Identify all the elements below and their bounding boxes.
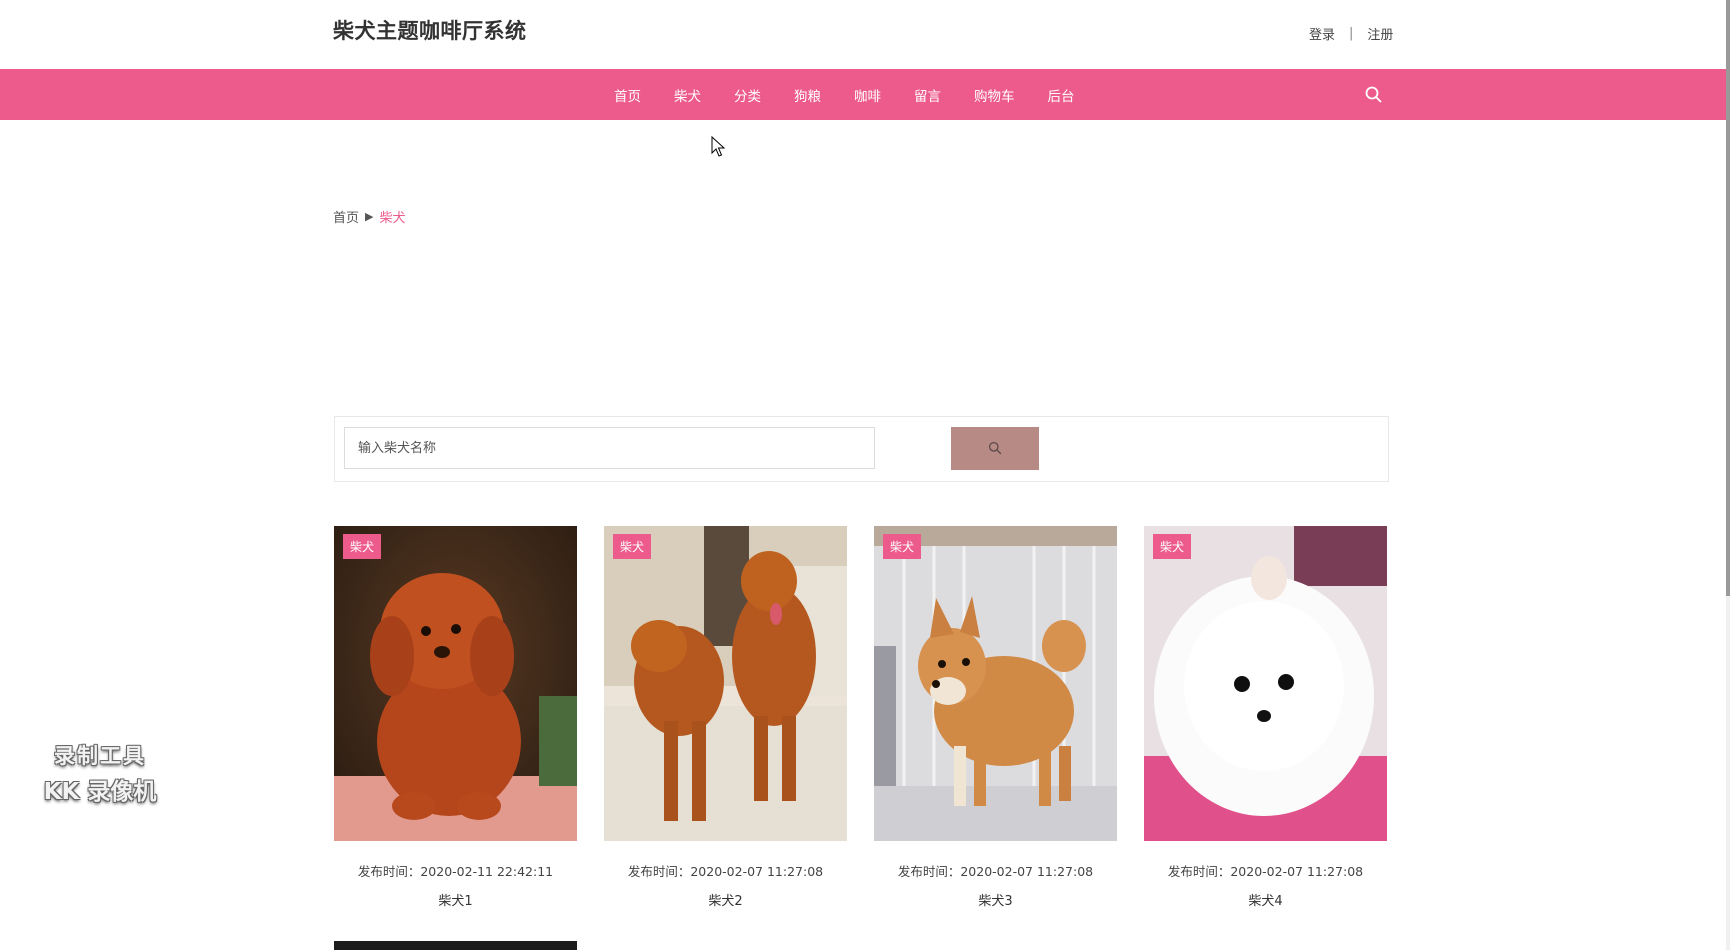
product-card[interactable]: 柴犬 发布时间：2020-02-07 11:27:08 柴犬3 [874, 526, 1117, 909]
product-card[interactable]: 柴犬 发布时间：2020-02-07 11:27:08 柴犬4 [1144, 526, 1387, 909]
watermark-line2: KK 录像机 [43, 779, 157, 805]
product-card[interactable]: 柴犬 发布时间：2020-02-07 11:27:08 柴犬2 [604, 526, 847, 909]
publish-time: 发布时间：2020-02-07 11:27:08 [627, 864, 824, 879]
product-grid: 柴犬 发布时间：2020-02-11 22:42:11 柴犬1 柴犬 发布时间：… [334, 526, 1414, 909]
dog-photo[interactable]: 柴犬 [334, 526, 577, 841]
breadcrumb-home[interactable]: 首页 [333, 207, 359, 226]
search-button[interactable] [951, 427, 1039, 470]
search-input[interactable] [344, 427, 875, 469]
mouse-cursor-icon [711, 136, 726, 157]
dog-photo[interactable]: 柴犬 [1144, 526, 1387, 841]
nav-item-messages[interactable]: 留言 [914, 85, 941, 105]
dog-photo[interactable]: 柴犬 [874, 526, 1117, 841]
nav-item-coffee[interactable]: 咖啡 [854, 85, 881, 105]
breadcrumb: 首页 ▶ 柴犬 [333, 207, 406, 226]
category-tag: 柴犬 [343, 534, 382, 559]
page-scrollbar[interactable] [1726, 0, 1730, 950]
nav-item-category[interactable]: 分类 [734, 85, 761, 105]
nav-item-cart[interactable]: 购物车 [974, 85, 1015, 105]
search-icon[interactable] [1364, 85, 1384, 105]
nav-item-home[interactable]: 首页 [614, 85, 641, 105]
search-icon [988, 441, 1002, 455]
site-header: 柴犬主题咖啡厅系统 登录 | 注册 [0, 0, 1726, 69]
watermark-line1: 录制工具 [54, 744, 146, 768]
search-panel [334, 416, 1389, 482]
publish-time: 发布时间：2020-02-11 22:42:11 [357, 864, 554, 879]
register-link[interactable]: 注册 [1367, 24, 1393, 43]
nav-item-admin[interactable]: 后台 [1048, 85, 1075, 105]
recorder-watermark: 录制工具 KK 录像机 [30, 740, 170, 806]
product-title[interactable]: 柴犬2 [604, 890, 847, 909]
next-row-card-photo[interactable] [334, 941, 577, 950]
category-tag: 柴犬 [883, 534, 922, 559]
main-nav: 首页 柴犬 分类 狗粮 咖啡 留言 购物车 后台 [0, 69, 1726, 120]
scrollbar-thumb[interactable] [1726, 0, 1730, 596]
site-title[interactable]: 柴犬主题咖啡厅系统 [333, 15, 527, 45]
nav-items: 首页 柴犬 分类 狗粮 咖啡 留言 购物车 后台 [614, 69, 1108, 120]
product-card[interactable]: 柴犬 发布时间：2020-02-11 22:42:11 柴犬1 [334, 526, 577, 909]
nav-item-shiba[interactable]: 柴犬 [674, 85, 701, 105]
nav-item-dog-food[interactable]: 狗粮 [794, 85, 821, 105]
breadcrumb-current: 柴犬 [379, 211, 406, 226]
publish-time: 发布时间：2020-02-07 11:27:08 [1167, 864, 1364, 879]
category-tag: 柴犬 [1153, 534, 1192, 559]
auth-separator: | [1349, 26, 1354, 41]
breadcrumb-arrow-icon: ▶ [365, 210, 374, 223]
publish-time: 发布时间：2020-02-07 11:27:08 [897, 864, 1094, 879]
product-title[interactable]: 柴犬4 [1144, 890, 1387, 909]
auth-links: 登录 | 注册 [1309, 24, 1393, 43]
product-title[interactable]: 柴犬3 [874, 890, 1117, 909]
product-title[interactable]: 柴犬1 [334, 890, 577, 909]
login-link[interactable]: 登录 [1309, 24, 1335, 43]
category-tag: 柴犬 [613, 534, 652, 559]
dog-photo[interactable]: 柴犬 [604, 526, 847, 841]
